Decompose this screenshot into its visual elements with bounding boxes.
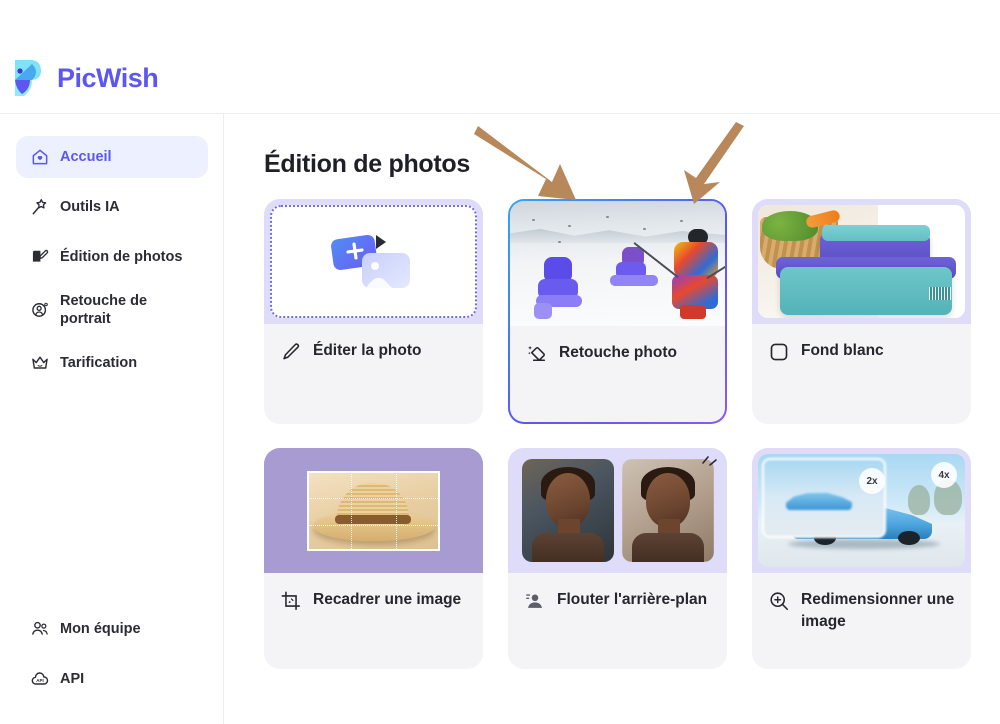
card-title: Fond blanc <box>801 342 884 359</box>
sidebar-item-api[interactable]: API API <box>16 658 208 700</box>
portrait-before <box>521 459 614 562</box>
highlighted-skier-1 <box>534 257 588 319</box>
pencil-icon <box>283 343 300 360</box>
svg-text:API: API <box>36 678 44 683</box>
card-label-row: Retouche photo <box>510 326 725 422</box>
portrait-pair-thumb[interactable] <box>508 448 727 573</box>
api-cloud-icon: API <box>31 672 49 685</box>
tool-card-grid: Éditer la photo Retouche photo Fond blan… <box>264 199 1000 669</box>
sidebar-item-label: Accueil <box>60 148 112 165</box>
square-outline-icon <box>770 343 788 361</box>
card-title: Flouter l'arrière-plan <box>557 591 708 608</box>
card-recadrer-une-image[interactable]: Recadrer une image <box>264 448 483 669</box>
card-fond-blanc[interactable]: Fond blanc <box>752 199 971 424</box>
portrait-retouch-icon <box>32 302 48 318</box>
magic-wand-icon <box>32 199 47 215</box>
add-image-illustration-icon <box>330 234 410 288</box>
crop-photo-thumb[interactable] <box>264 448 483 573</box>
product-photo <box>758 205 965 318</box>
card-title: Recadrer une image <box>313 591 462 608</box>
hat-photo <box>307 470 440 551</box>
highlighted-skier-2 <box>610 247 664 293</box>
brand-name: PicWish <box>57 62 159 93</box>
eraser-sparkle-icon <box>528 345 546 362</box>
card-label-row: Éditer la photo <box>264 324 483 408</box>
page-title: Édition de photos <box>264 150 470 178</box>
card-label-row: Fond blanc <box>752 324 971 408</box>
foreground-skier <box>633 229 725 326</box>
sidebar-primary-group: Accueil Outils IA Édition de photos Reto… <box>0 136 224 392</box>
card-label-row: Flouter l'arrière-plan <box>508 573 727 669</box>
sidebar-item-mon-equipe[interactable]: Mon équipe <box>16 608 208 650</box>
sidebar-nav: Accueil Outils IA Édition de photos Reto… <box>0 114 224 724</box>
zoom-in-icon <box>770 592 789 611</box>
brand-logo[interactable]: PicWish <box>10 57 159 99</box>
card-label-row: Recadrer une image <box>264 573 483 669</box>
crown-icon <box>32 356 48 369</box>
sidebar-item-label: Mon équipe <box>60 620 141 637</box>
portrait-blur-icon <box>526 594 542 608</box>
app-header: PicWish <box>0 0 1000 114</box>
lunchbox-product-thumb[interactable] <box>752 199 971 324</box>
sidebar-item-retouche-de-portrait[interactable]: Retouche de portrait <box>16 286 208 334</box>
card-title: Éditer la photo <box>313 342 422 359</box>
card-flouter-arriere-plan[interactable]: Flouter l'arrière-plan <box>508 448 727 669</box>
sidebar-item-tarification[interactable]: Tarification <box>16 342 208 384</box>
sidebar-item-label: Outils IA <box>60 198 120 215</box>
card-label-row: Redimensionner une image <box>752 573 971 669</box>
team-people-icon <box>32 621 48 635</box>
sidebar-item-label: Édition de photos <box>60 248 183 265</box>
picwish-bird-logo-icon <box>15 60 41 96</box>
car-upscale-thumb[interactable]: 4x 2x <box>752 448 971 573</box>
crop-icon <box>281 591 301 611</box>
card-redimensionner-une-image[interactable]: 4x 2x Redimensionner une image <box>752 448 971 669</box>
home-heart-icon <box>32 149 48 165</box>
portrait-after <box>621 459 714 562</box>
card-title: Redimensionner une image <box>801 591 955 631</box>
upload-dropzone-thumb[interactable] <box>264 199 483 324</box>
sidebar-item-label: API <box>60 670 85 687</box>
sidebar-secondary-group: Mon équipe API API <box>0 608 224 708</box>
upscale-badge-4x: 4x <box>931 462 957 488</box>
main-content: Édition de photos Éditer la photo Retouc… <box>224 114 1000 724</box>
sidebar-item-label: Tarification <box>60 355 138 372</box>
ski-photo-thumb[interactable] <box>510 201 725 326</box>
car-photo: 4x 2x <box>758 454 965 567</box>
upscale-badge-2x: 2x <box>859 468 885 494</box>
dropzone-inner <box>270 205 477 318</box>
card-editer-la-photo[interactable]: Éditer la photo <box>264 199 483 424</box>
photo-edit-icon <box>32 249 49 262</box>
sidebar-item-accueil[interactable]: Accueil <box>16 136 208 178</box>
card-title: Retouche photo <box>559 344 677 361</box>
card-retouche-photo[interactable]: Retouche photo <box>508 199 727 424</box>
picwish-app-window: PicWish Accueil Outils IA Édition de pho… <box>0 0 1000 724</box>
sidebar-item-label: Retouche de portrait <box>60 293 148 328</box>
sidebar-item-outils-ia[interactable]: Outils IA <box>16 186 208 228</box>
sparkle-icon <box>702 456 717 466</box>
sidebar-item-edition-de-photos[interactable]: Édition de photos <box>16 236 208 278</box>
